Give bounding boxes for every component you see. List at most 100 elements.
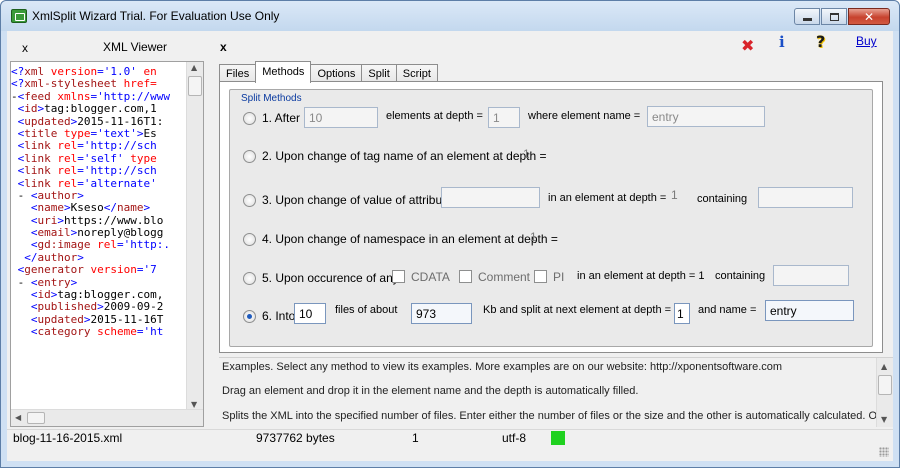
method-1-name-input[interactable]: entry <box>647 106 765 127</box>
xml-token <box>11 252 24 264</box>
xml-token: > <box>57 214 64 227</box>
method-5-pi-checkbox[interactable] <box>534 270 547 283</box>
xml-line: <category scheme='ht <box>11 326 186 338</box>
title-bar[interactable]: XmlSplit Wizard Trial. For Evaluation Us… <box>1 1 899 31</box>
method-1-depth-input[interactable]: 1 <box>488 107 520 128</box>
xml-token: < <box>30 189 38 202</box>
method-5-pi-label: PI <box>553 270 565 284</box>
xml-token: < <box>30 301 38 314</box>
scroll-down-icon[interactable]: ▼ <box>191 400 197 409</box>
xml-line: <title type='text'>Es <box>11 128 186 140</box>
examples-panel[interactable]: Examples. Select any method to view its … <box>219 357 893 427</box>
tab-strip: Files Methods Options Split Script <box>219 61 438 83</box>
xml-viewer-close-button[interactable]: x <box>22 41 28 55</box>
method-1-count-input[interactable]: 10 <box>304 107 378 128</box>
xml-token: - <box>11 90 18 103</box>
split-methods-title: Split Methods <box>240 93 303 104</box>
scroll-thumb-horizontal[interactable] <box>27 412 45 424</box>
xml-token: Es <box>143 127 157 140</box>
xml-token <box>11 227 31 239</box>
xml-token: <? <box>11 66 25 78</box>
method-3-radio[interactable] <box>243 194 256 207</box>
xml-token: rel <box>90 239 117 252</box>
xml-token: type <box>123 152 157 165</box>
method-5-containing-input[interactable] <box>773 265 849 286</box>
scroll-thumb[interactable] <box>878 375 892 395</box>
scroll-up-icon[interactable]: ▲ <box>191 63 197 72</box>
method-4-radio[interactable] <box>243 233 256 246</box>
xml-token: version <box>83 264 137 277</box>
minimize-button[interactable] <box>794 8 820 25</box>
xml-token: title <box>24 127 58 140</box>
xml-token: Kseso <box>70 202 104 215</box>
xml-line: <?xml-stylesheet href= <box>11 78 186 90</box>
xml-token: ='http://sch <box>77 140 157 153</box>
xml-line: <updated>2015-11-16T <box>11 314 186 326</box>
xml-token: ='1.0' <box>97 66 137 78</box>
method-4-depth-value: 1 <box>530 230 537 244</box>
method-6-depth-input[interactable]: 1 <box>674 303 690 324</box>
xml-token: rel <box>50 165 78 178</box>
xml-token: < <box>30 326 38 339</box>
xml-token: - <box>11 189 31 202</box>
xml-token: https://www.blo <box>64 214 164 227</box>
client-area: x XML Viewer <?xml version='1.0' en <?xml… <box>7 31 893 461</box>
xml-line: <link rel='http://sch <box>11 165 186 177</box>
xml-token: < <box>30 289 38 302</box>
method-5-depth-label: in an element at depth = 1 <box>577 270 705 282</box>
xml-token: gd:image <box>37 239 91 252</box>
scroll-left-icon[interactable]: ◀ <box>15 413 21 422</box>
method-6-depth-label: Kb and split at next element at depth = <box>483 304 672 316</box>
method-5-comment-checkbox[interactable] <box>459 270 472 283</box>
xml-token <box>11 116 18 128</box>
app-window: XmlSplit Wizard Trial. For Evaluation Us… <box>0 0 900 468</box>
xml-line: - <entry> <box>11 277 186 289</box>
method-1-name-label: where element name = <box>528 110 641 122</box>
xml-token: ='http://www <box>90 90 170 103</box>
xml-token: generator <box>24 264 84 277</box>
example-line: Splits the XML into the specified number… <box>222 410 890 422</box>
scroll-thumb[interactable] <box>188 76 202 96</box>
method-2-radio[interactable] <box>243 150 256 163</box>
delete-icon[interactable]: ✖ <box>741 36 754 55</box>
info-icon[interactable]: i <box>779 33 785 51</box>
xml-token: </ <box>103 202 117 215</box>
method-5-radio[interactable] <box>243 272 256 285</box>
window-title: XmlSplit Wizard Trial. For Evaluation Us… <box>32 9 280 23</box>
xml-line: <link rel='http://sch <box>11 140 186 152</box>
xml-viewer-horizontal-scrollbar[interactable]: ◀ <box>11 409 203 426</box>
wizard-close-button[interactable]: x <box>220 40 227 54</box>
method-3-containing-input[interactable] <box>758 187 853 208</box>
method-6-radio[interactable] <box>243 310 256 323</box>
method-1-radio[interactable] <box>243 112 256 125</box>
method-5-comment-label: Comment <box>478 270 531 284</box>
xml-viewer-vertical-scrollbar[interactable]: ▲ ▼ <box>186 62 203 410</box>
scroll-up-icon[interactable]: ▲ <box>881 362 887 371</box>
xml-token: < <box>30 214 38 227</box>
xml-token: - <box>11 276 31 289</box>
buy-link[interactable]: Buy <box>856 34 877 48</box>
method-3-attribute-input[interactable] <box>441 187 540 208</box>
help-icon[interactable]: ? <box>816 32 825 51</box>
xml-token: </ <box>24 251 38 264</box>
xml-viewer[interactable]: <?xml version='1.0' en <?xml-stylesheet h… <box>10 61 204 427</box>
xml-token <box>11 103 18 115</box>
method-6-size-input[interactable]: 973 <box>411 303 472 324</box>
examples-vertical-scrollbar[interactable]: ▲ ▼ <box>876 358 893 427</box>
xml-token <box>11 165 18 177</box>
status-indicator <box>551 431 565 445</box>
xml-token: 2015-11-16T <box>90 313 164 326</box>
method-6-files-input[interactable]: 10 <box>294 303 326 324</box>
resize-grip-icon[interactable] <box>879 447 889 457</box>
tab-methods[interactable]: Methods <box>255 61 312 83</box>
xml-line: - <author> <box>11 190 186 202</box>
xml-token: tag:blogger.com,1 <box>44 103 157 116</box>
method-6-name-input[interactable]: entry <box>765 300 854 321</box>
maximize-button[interactable] <box>821 8 847 25</box>
xml-line: <published>2009-09-2 <box>11 301 186 313</box>
method-5-cdata-checkbox[interactable] <box>392 270 405 283</box>
scroll-down-icon[interactable]: ▼ <box>881 415 887 424</box>
xml-token: > <box>64 202 71 215</box>
xml-token: scheme <box>90 326 137 339</box>
close-button[interactable]: ✕ <box>848 8 890 25</box>
